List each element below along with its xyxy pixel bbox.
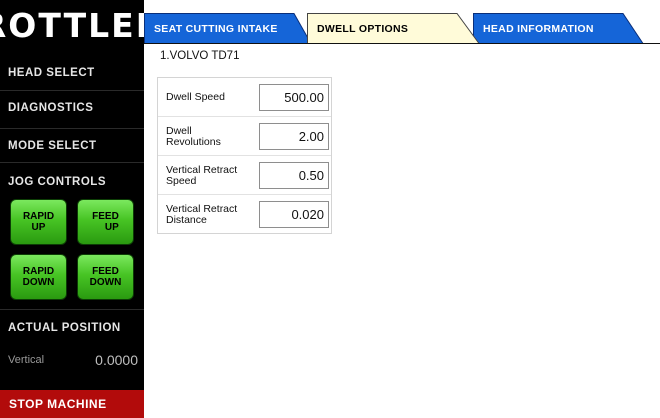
sidebar-divider (0, 309, 144, 310)
rapid-down-button[interactable]: RAPID DOWN (10, 254, 67, 300)
tab-head-information[interactable]: HEAD INFORMATION (473, 13, 660, 44)
position-axis-label: Vertical (8, 354, 45, 366)
param-row-dwell-speed: Dwell Speed 500.00 (158, 78, 331, 117)
rapid-up-button[interactable]: RAPID UP (10, 199, 67, 245)
dwell-revolutions-field[interactable]: 2.00 (259, 123, 329, 150)
vertical-retract-distance-field[interactable]: 0.020 (259, 201, 329, 228)
mode-select-button[interactable]: MODE SELECT (0, 128, 144, 162)
diagnostics-button[interactable]: DIAGNOSTICS (0, 90, 144, 124)
feed-down-button[interactable]: FEED DOWN (77, 254, 134, 300)
tab-seat-cutting-intake[interactable]: SEAT CUTTING INTAKE (144, 13, 312, 44)
rapid-up-label: RAPID UP (22, 211, 55, 233)
tab-bar-underline (144, 43, 660, 44)
feed-up-label: FEED UP (92, 211, 119, 233)
feed-up-button[interactable]: FEED UP (77, 199, 134, 245)
param-row-dwell-revolutions: Dwell Revolutions 2.00 (158, 117, 331, 156)
rapid-down-label: RAPID DOWN (22, 266, 55, 288)
position-value: 0.0000 (95, 352, 138, 368)
param-label: Vertical Retract Speed (166, 163, 238, 187)
rottler-logo: ROTTLER (0, 2, 161, 48)
position-readout: Vertical 0.0000 (8, 350, 138, 370)
stop-machine-button[interactable]: STOP MACHINE (0, 390, 144, 418)
param-label: Dwell Speed (166, 91, 225, 103)
param-row-vertical-retract-distance: Vertical Retract Distance 0.020 (158, 195, 331, 234)
vertical-retract-speed-field[interactable]: 0.50 (259, 162, 329, 189)
tab-dwell-options[interactable]: DWELL OPTIONS (307, 13, 482, 44)
head-title: 1.VOLVO TD71 (160, 50, 240, 62)
tab-label: DWELL OPTIONS (317, 22, 409, 35)
param-label: Vertical Retract Distance (166, 202, 238, 226)
tab-label: SEAT CUTTING INTAKE (154, 22, 278, 35)
head-select-button[interactable]: HEAD SELECT (0, 56, 144, 90)
feed-down-label: FEED DOWN (89, 266, 122, 288)
actual-position-label: ACTUAL POSITION (8, 322, 121, 334)
dwell-parameters-panel: Dwell Speed 500.00 Dwell Revolutions 2.0… (157, 77, 332, 234)
tab-bar: SEAT CUTTING INTAKE HEAD INFORMATION DWE… (144, 0, 660, 44)
tab-label: HEAD INFORMATION (483, 22, 594, 35)
sidebar: ROTTLER HEAD SELECT DIAGNOSTICS MODE SEL… (0, 0, 161, 418)
sidebar-divider (0, 162, 144, 163)
jog-controls-label: JOG CONTROLS (8, 176, 107, 188)
logo-text: ROTTLER (0, 5, 164, 45)
param-label: Dwell Revolutions (166, 124, 221, 148)
dwell-speed-field[interactable]: 500.00 (259, 84, 329, 111)
param-row-vertical-retract-speed: Vertical Retract Speed 0.50 (158, 156, 331, 195)
